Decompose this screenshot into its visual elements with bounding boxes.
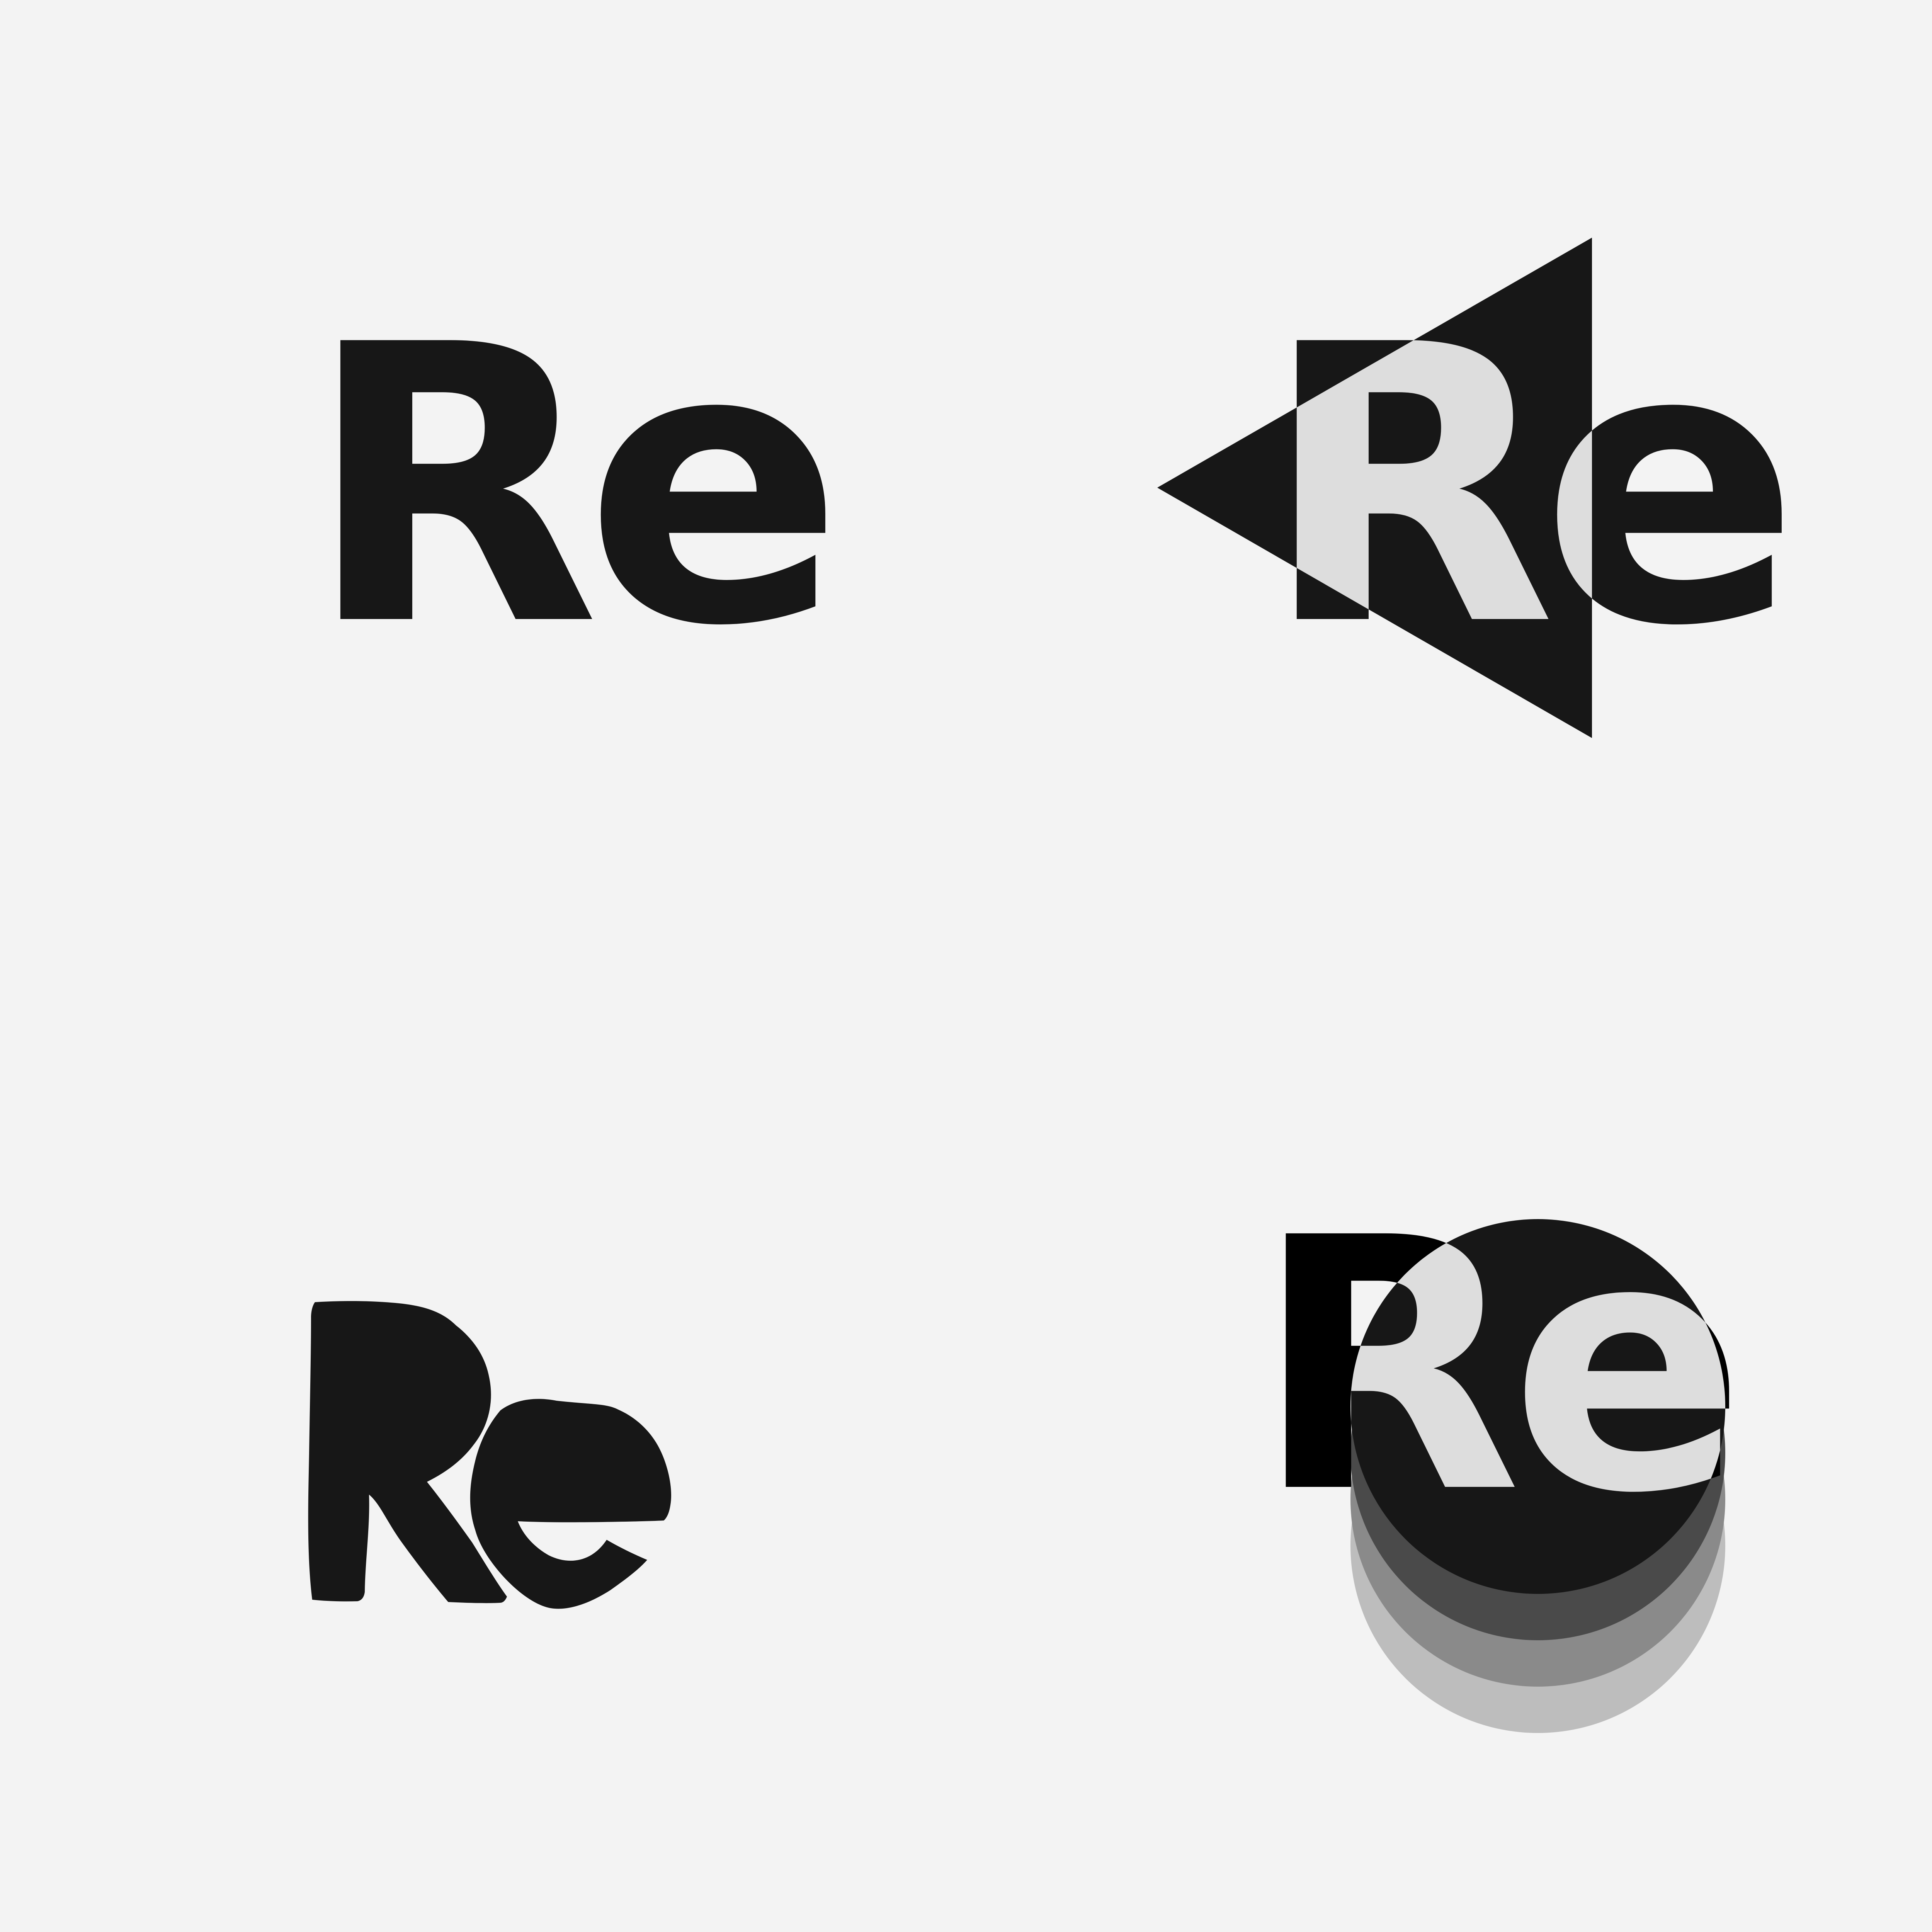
logo-variant-solid: Re bbox=[305, 264, 845, 709]
logo-variations-canvas: Re Re Re Re Re bbox=[0, 0, 1932, 1932]
logo-wordmark-solid: Re bbox=[305, 264, 830, 709]
